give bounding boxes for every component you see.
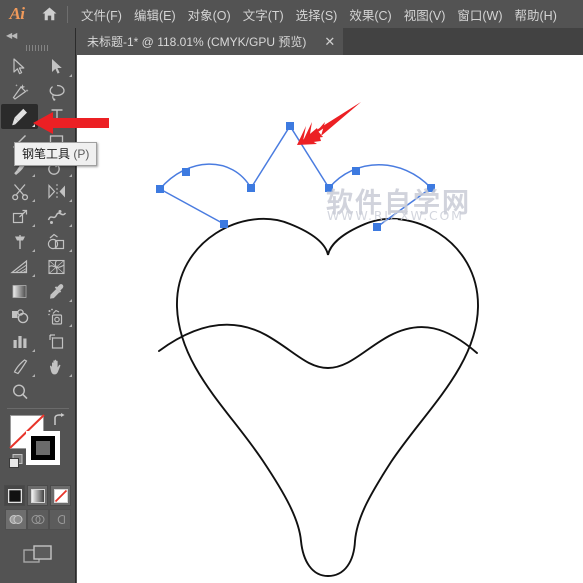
anchor-point bbox=[427, 184, 435, 192]
tool-flyout-indicator bbox=[69, 374, 72, 377]
rotate-reflect-tool[interactable] bbox=[38, 179, 75, 204]
swap-fill-stroke-icon[interactable] bbox=[52, 413, 67, 433]
magic-wand-tool[interactable] bbox=[1, 79, 38, 104]
menu-object[interactable]: 对象(O) bbox=[182, 2, 237, 27]
none-mode-button[interactable] bbox=[50, 485, 71, 506]
tool-flyout-indicator bbox=[69, 199, 72, 202]
menu-window[interactable]: 窗口(W) bbox=[451, 2, 508, 27]
draw-inside-button[interactable] bbox=[48, 509, 71, 530]
tooltip-text: 钢笔工具 bbox=[22, 147, 71, 161]
tool-flyout-indicator bbox=[69, 299, 72, 302]
tool-flyout-indicator bbox=[69, 174, 72, 177]
column-graph-tool[interactable] bbox=[1, 329, 38, 354]
close-icon[interactable]: ✕ bbox=[324, 35, 335, 48]
symbol-sprayer-tool[interactable] bbox=[38, 304, 75, 329]
menu-effect[interactable]: 效果(C) bbox=[343, 2, 397, 27]
anchor-point bbox=[352, 167, 360, 175]
draw-normal-button[interactable] bbox=[4, 509, 27, 530]
tool-flyout-indicator bbox=[32, 224, 35, 227]
anchor-point bbox=[220, 220, 228, 228]
document-tab-title: 未标题-1* @ 118.01% (CMYK/GPU 预览) bbox=[87, 35, 307, 49]
anchor-point bbox=[156, 185, 164, 193]
selection-tool[interactable] bbox=[1, 54, 38, 79]
menu-edit[interactable]: 编辑(E) bbox=[128, 2, 182, 27]
app-logo: Ai bbox=[9, 4, 25, 23]
pen-tool-tooltip: 钢笔工具 (P) bbox=[14, 142, 98, 166]
home-icon[interactable] bbox=[34, 0, 64, 28]
width-warp-tool[interactable] bbox=[38, 204, 75, 229]
menu-bar: Ai 文件(F) 编辑(E) 对象(O) 文字(T) 选择(S) 效果(C) 视… bbox=[0, 0, 583, 28]
perspective-grid-tool[interactable] bbox=[1, 254, 38, 279]
tool-flyout-indicator bbox=[32, 199, 35, 202]
gradient-mode-button[interactable] bbox=[27, 485, 48, 506]
anchor-point bbox=[247, 184, 255, 192]
tool-flyout-indicator bbox=[32, 249, 35, 252]
pen-tool[interactable] bbox=[1, 104, 38, 129]
anchor-point bbox=[286, 122, 294, 130]
menu-view[interactable]: 视图(V) bbox=[398, 2, 452, 27]
menu-help[interactable]: 帮助(H) bbox=[509, 2, 563, 27]
type-tool[interactable] bbox=[38, 104, 75, 129]
menu-file[interactable]: 文件(F) bbox=[75, 2, 128, 27]
tool-flyout-indicator bbox=[32, 174, 35, 177]
draw-mode-row bbox=[0, 509, 75, 530]
paint-mode-row bbox=[0, 485, 75, 506]
zoom-tool[interactable] bbox=[1, 379, 38, 404]
stroke-swatch[interactable] bbox=[26, 431, 60, 465]
illustrator-window: Ai 文件(F) 编辑(E) 对象(O) 文字(T) 选择(S) 效果(C) 视… bbox=[0, 0, 583, 583]
mesh-tool[interactable] bbox=[38, 254, 75, 279]
artboard-canvas[interactable]: 软件自学网 WWW.RJZXW.COM bbox=[77, 55, 583, 583]
blend-tool[interactable] bbox=[1, 304, 38, 329]
panel-drag-handle[interactable] bbox=[0, 42, 75, 54]
scale-tool[interactable] bbox=[1, 204, 38, 229]
fill-stroke-controls bbox=[0, 413, 75, 485]
tool-flyout-indicator bbox=[69, 224, 72, 227]
draw-behind-button[interactable] bbox=[26, 509, 49, 530]
tools-panel: ◀◀ bbox=[0, 28, 76, 583]
anchor-point bbox=[182, 168, 190, 176]
tool-flyout-indicator bbox=[69, 249, 72, 252]
menu-type[interactable]: 文字(T) bbox=[237, 2, 290, 27]
slice-tool[interactable] bbox=[1, 354, 38, 379]
menu-select[interactable]: 选择(S) bbox=[290, 2, 344, 27]
screen-mode-icon[interactable] bbox=[0, 544, 75, 568]
artboard-tool[interactable] bbox=[38, 329, 75, 354]
anchor-point bbox=[325, 184, 333, 192]
document-tab-bar: 未标题-1* @ 118.01% (CMYK/GPU 预览) ✕ bbox=[76, 28, 583, 55]
gradient-tool[interactable] bbox=[1, 279, 38, 304]
direct-selection-tool[interactable] bbox=[38, 54, 75, 79]
panel-collapse-icon[interactable]: ◀◀ bbox=[0, 28, 75, 42]
artwork-vector bbox=[156, 122, 479, 577]
tool-flyout-indicator bbox=[32, 349, 35, 352]
tool-flyout-indicator bbox=[32, 374, 35, 377]
strawberry-outline bbox=[158, 218, 479, 577]
document-tab[interactable]: 未标题-1* @ 118.01% (CMYK/GPU 预览) ✕ bbox=[76, 28, 344, 55]
menu-separator bbox=[67, 5, 68, 23]
hand-tool[interactable] bbox=[38, 354, 75, 379]
tooltip-shortcut: (P) bbox=[73, 147, 90, 161]
color-mode-button[interactable] bbox=[4, 485, 25, 506]
lasso-tool[interactable] bbox=[38, 79, 75, 104]
anchor-point bbox=[373, 223, 381, 231]
free-transform-tool[interactable] bbox=[1, 229, 38, 254]
default-fill-stroke-icon[interactable] bbox=[9, 454, 24, 474]
scissors-tool[interactable] bbox=[1, 179, 38, 204]
eyedropper-tool[interactable] bbox=[38, 279, 75, 304]
shape-builder-tool[interactable] bbox=[38, 229, 75, 254]
tool-flyout-indicator bbox=[69, 74, 72, 77]
tool-flyout-indicator bbox=[32, 274, 35, 277]
pen-path bbox=[159, 125, 432, 228]
panel-divider bbox=[6, 408, 69, 409]
tool-flyout-indicator bbox=[32, 124, 35, 127]
tool-grid bbox=[0, 54, 75, 404]
tool-flyout-indicator bbox=[69, 324, 72, 327]
tool-flyout-indicator bbox=[69, 124, 72, 127]
